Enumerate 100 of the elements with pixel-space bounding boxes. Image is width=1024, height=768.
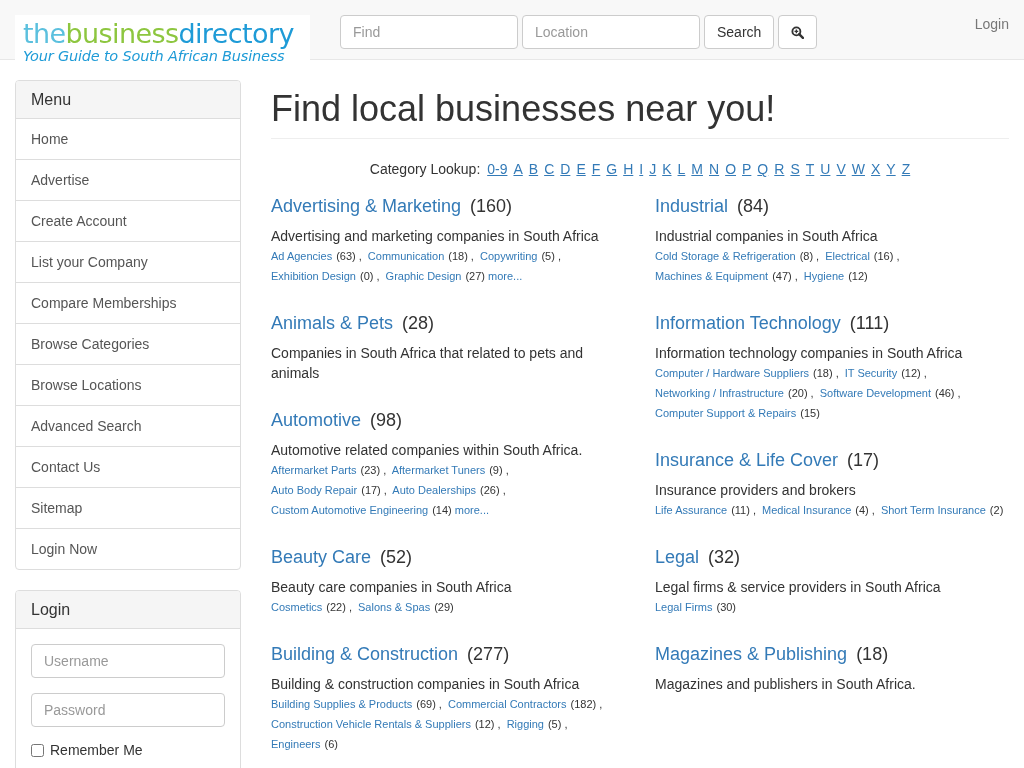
menu-item[interactable]: Login Now [16,528,240,569]
category-link[interactable]: Industrial [655,193,729,219]
more-link[interactable]: more... [454,504,489,516]
menu-item[interactable]: Browse Categories [16,323,240,364]
letter-link[interactable]: A [513,161,523,177]
username-field[interactable]: Username [31,644,225,678]
letter-link[interactable]: W [851,161,865,177]
site-logo[interactable]: thebusinessdirectory Your Guide to South African Business [15,15,310,60]
letter-link[interactable]: H [623,161,634,177]
category-link[interactable]: Animals & Pets [271,310,394,336]
letter-link[interactable]: Y [886,161,896,177]
subcategory-link[interactable]: Medical Insurance [762,504,852,516]
letter-link[interactable]: L [677,161,686,177]
letter-link[interactable]: N [709,161,720,177]
letter-link[interactable]: Q [757,161,769,177]
menu-item[interactable]: Home [16,119,240,159]
letter-link[interactable]: U [820,161,831,177]
subcategory-link[interactable]: Machines & Equipment [655,270,769,282]
subcategory-link[interactable]: Software Development [819,387,931,399]
subcategory-link[interactable]: Construction Vehicle Rentals & Suppliers [271,718,471,730]
menu-item[interactable]: Compare Memberships [16,282,240,323]
subcategory-link[interactable]: Copywriting [479,250,538,262]
letter-link[interactable]: B [528,161,539,177]
category-link[interactable]: Legal [655,544,700,570]
menu-item[interactable]: Advanced Search [16,405,240,446]
menu-item[interactable]: Create Account [16,200,240,241]
letter-link[interactable]: E [576,161,586,177]
more-link[interactable]: more... [488,270,523,282]
menu-item[interactable]: Contact Us [16,446,240,487]
subcategory-link[interactable]: Cold Storage & Refrigeration [655,250,796,262]
advanced-search-button[interactable] [778,15,818,49]
subcategory-count: (18) [448,250,468,262]
find-field[interactable]: Find [340,15,518,49]
subcategory-link[interactable]: Building Supplies & Products [271,698,413,710]
subcategory-link[interactable]: Electrical [825,250,870,262]
menu-item[interactable]: List your Company [16,241,240,282]
letter-link[interactable]: 0-9 [487,161,508,177]
comma-separator: , [358,250,362,262]
location-field[interactable]: Location [522,15,700,49]
subcategory-link[interactable]: Computer / Hardware Suppliers [655,367,810,379]
remember-me-checkbox[interactable] [31,743,44,757]
category-link[interactable]: Information Technology [655,310,841,336]
subcategory-link[interactable]: Legal Firms [655,601,713,613]
category-link[interactable]: Beauty Care [271,544,372,570]
subcategory-link[interactable]: Aftermarket Tuners [391,464,486,476]
subcategory-link[interactable]: Life Assurance [655,504,728,516]
subcategory-link[interactable]: IT Security [844,367,898,379]
subcategory-link[interactable]: Cosmetics [271,601,323,613]
search-button[interactable]: Search [704,15,775,49]
letter-link[interactable]: F [591,161,601,177]
category-link[interactable]: Insurance & Life Cover [655,447,839,473]
category-description: Advertising and marketing companies in South Africa [271,227,600,246]
login-link[interactable]: Login [974,16,1009,32]
letter-link[interactable]: M [691,161,703,177]
category-link[interactable]: Automotive [271,407,362,433]
subcategory-count: (29) [434,601,454,613]
category-description: Automotive related companies within South Africa. [271,441,584,460]
letter-link[interactable]: J [649,161,657,177]
letter-link[interactable]: X [870,161,881,177]
letter-link[interactable]: T [805,161,815,177]
menu-item[interactable]: Sitemap [16,487,240,528]
subcategory-link[interactable]: Short Term Insurance [880,504,986,516]
subcategory-link[interactable]: Ad Agencies [271,250,333,262]
password-field[interactable]: Password [31,693,225,727]
subcategory-link[interactable]: Aftermarket Parts [271,464,357,476]
letter-link[interactable]: P [742,161,752,177]
letter-link[interactable]: K [662,161,672,177]
letter-link[interactable]: G [606,161,618,177]
letter-link[interactable]: C [544,161,555,177]
letter-link[interactable]: R [774,161,785,177]
letter-link[interactable]: V [836,161,846,177]
subcategory-link[interactable]: Computer Support & Repairs [655,407,797,419]
subcategory-link[interactable]: Graphic Design [385,270,462,282]
subcategory-link[interactable]: Commercial Contractors [447,698,567,710]
letter-link[interactable]: Z [901,161,911,177]
subcategory-link[interactable]: Engineers [271,738,321,750]
subcategory-count: (0) [360,270,374,282]
subcategory-link[interactable]: Networking / Infrastructure [655,387,784,399]
menu-item[interactable]: Advertise [16,159,240,200]
subcategory-link[interactable]: Custom Automotive Engineering [271,504,429,516]
category-count: (277) [467,643,510,666]
comma-separator: , [816,250,820,262]
category-link[interactable]: Advertising & Marketing [271,193,462,219]
subcategory-link[interactable]: Hygiene [803,270,845,282]
letter-link[interactable]: O [725,161,736,177]
category-link[interactable]: Magazines & Publishing [655,641,848,667]
subcategory-link[interactable]: Auto Body Repair [271,484,358,496]
letter-link[interactable]: S [790,161,800,177]
subcategory-link[interactable]: Communication [367,250,445,262]
subcategory-count: (12) [848,270,868,282]
subcategory-link[interactable]: Exhibition Design [271,270,356,282]
category-count: (84) [737,195,770,218]
comma-separator: , [557,250,561,262]
letter-link[interactable]: I [639,161,644,177]
subcategory-link[interactable]: Rigging [506,718,544,730]
letter-link[interactable]: D [560,161,571,177]
menu-item[interactable]: Browse Locations [16,364,240,405]
category-link[interactable]: Building & Construction [271,641,459,667]
subcategory-link[interactable]: Auto Dealerships [392,484,477,496]
subcategory-link[interactable]: Salons & Spas [358,601,431,613]
